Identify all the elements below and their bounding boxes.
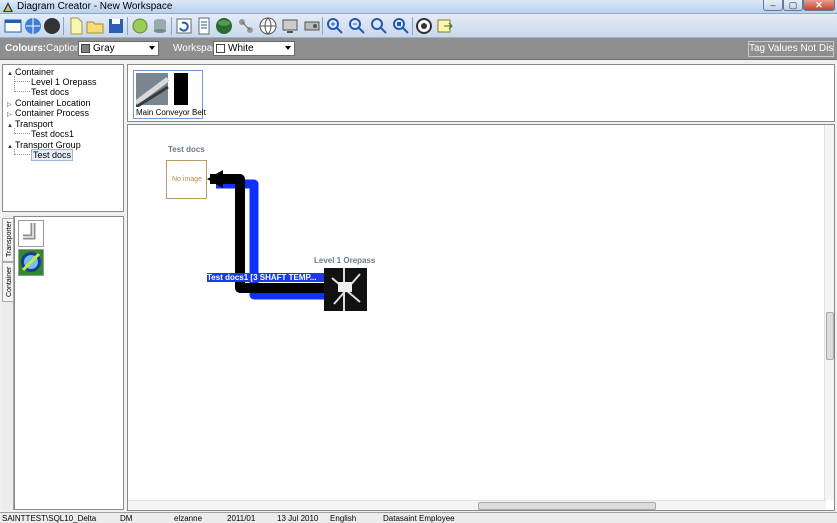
- tab-transporter[interactable]: Transporter: [2, 218, 14, 262]
- node-title-test-docs: Test docs: [168, 145, 205, 154]
- status-server: SAINTTEST\SQL10_Delta: [2, 514, 97, 523]
- collapse-icon[interactable]: ▲: [7, 69, 15, 79]
- tree-item-test-docs-selected[interactable]: Test docs: [31, 149, 74, 161]
- connections-icon[interactable]: [236, 16, 256, 36]
- export-icon[interactable]: [435, 16, 455, 36]
- tree-item-container-location[interactable]: ▷ Container Location: [7, 98, 91, 108]
- status-bar: SAINTTEST\SQL10_Delta DM elzanne 2011/01…: [0, 512, 837, 523]
- green-globe-icon[interactable]: [214, 16, 234, 36]
- image-gallery: Main Conveyor Belt: [127, 64, 835, 122]
- tree-item-test-docs[interactable]: Test docs: [31, 87, 69, 97]
- green-disc-icon[interactable]: [130, 16, 150, 36]
- black-circle-icon[interactable]: [42, 16, 62, 36]
- tree-item-label: Transport: [15, 119, 54, 129]
- collapse-icon[interactable]: ▲: [7, 142, 15, 152]
- new-window-icon[interactable]: [3, 16, 23, 36]
- zoom-out-icon[interactable]: [347, 16, 367, 36]
- node-level1-orepass[interactable]: [324, 268, 367, 311]
- app-icon: [3, 2, 13, 12]
- tree-item-level1-orepass[interactable]: Level 1 Orepass: [31, 77, 97, 87]
- workspace-swatch: [216, 44, 225, 53]
- horizontal-scrollbar[interactable]: [128, 500, 826, 510]
- collapse-icon[interactable]: ▲: [7, 121, 15, 131]
- chevron-down-icon: [149, 46, 155, 50]
- status-period: 2011/01: [227, 514, 256, 523]
- minimize-button[interactable]: –: [763, 0, 783, 11]
- workspace-colour-value: White: [228, 43, 254, 54]
- tree-item-container[interactable]: ▲ Container: [7, 67, 54, 77]
- connector-label[interactable]: Test docs1 [3 SHAFT TEMP...: [207, 273, 324, 282]
- world-icon[interactable]: [258, 16, 278, 36]
- refresh-icon[interactable]: [174, 16, 194, 36]
- tab-container[interactable]: Container: [2, 262, 14, 302]
- workspace-colour-select[interactable]: White: [213, 41, 295, 56]
- database-icon[interactable]: [150, 16, 170, 36]
- node-test-docs[interactable]: No image: [166, 160, 207, 199]
- tree-item-label: Level 1 Orepass: [31, 77, 97, 87]
- captions-colour-value: Gray: [93, 43, 115, 54]
- web-icon[interactable]: [23, 16, 43, 36]
- status-language: English: [330, 514, 357, 523]
- monitor-icon[interactable]: [280, 16, 300, 36]
- pipe-bend-icon[interactable]: [18, 220, 44, 247]
- palette-panel: [14, 216, 124, 510]
- close-button[interactable]: ✕: [803, 0, 835, 11]
- colours-label: Colours:: [5, 43, 47, 54]
- conveyor-belt-thumbnail: [136, 73, 188, 107]
- status-date: 13 Jul 2010: [277, 514, 319, 523]
- container-object-icon[interactable]: [18, 249, 44, 276]
- arrow-head-icon: [207, 170, 223, 188]
- save-icon[interactable]: [106, 16, 126, 36]
- vertical-scrollbar[interactable]: [824, 125, 834, 500]
- connector-drawing: [207, 170, 324, 300]
- object-tree: ▲ Container Level 1 Orepass Test docs ▷ Co…: [2, 64, 124, 212]
- zoom-in-icon[interactable]: [325, 16, 345, 36]
- tab-container-label: Container: [6, 266, 13, 297]
- vertical-scroll-thumb[interactable]: [826, 312, 834, 360]
- tree-item-label: Test docs: [31, 87, 70, 97]
- projector-icon[interactable]: [302, 16, 322, 36]
- new-document-icon[interactable]: [66, 16, 86, 36]
- zoom-fit-icon[interactable]: [369, 16, 389, 36]
- captions-colour-select[interactable]: Gray: [78, 41, 159, 56]
- status-role: Datasaint Employee: [383, 514, 455, 523]
- tree-item-label: Test docs: [31, 149, 74, 161]
- properties-icon[interactable]: [194, 16, 214, 36]
- zoom-actual-icon[interactable]: [391, 16, 411, 36]
- status-module: DM: [120, 514, 133, 523]
- horizontal-scroll-thumb[interactable]: [478, 502, 656, 510]
- title-bar: Diagram Creator - New Workspace – ▢ ✕: [0, 0, 837, 14]
- node-title-level1-orepass: Level 1 Orepass: [314, 256, 376, 265]
- settings-icon[interactable]: [414, 16, 434, 36]
- tree-item-test-docs1[interactable]: Test docs1: [31, 129, 74, 139]
- no-image-placeholder: No image: [172, 176, 202, 183]
- tree-item-label: Test docs1: [31, 129, 75, 139]
- palette-tab-strip: Transporter Container: [2, 216, 14, 510]
- tree-item-label: Container Process: [15, 108, 90, 118]
- diagram-canvas[interactable]: Test docs No image Level 1 Orepass Test …: [127, 124, 835, 511]
- tag-values-status[interactable]: Tag Values Not Displayed: [748, 41, 834, 57]
- gallery-item-caption: Main Conveyor Belt: [136, 108, 206, 117]
- gallery-item-main-conveyor-belt[interactable]: Main Conveyor Belt: [133, 70, 206, 119]
- orepass-photo: [324, 268, 367, 311]
- status-user: elzanne: [174, 514, 203, 523]
- tab-transporter-label: Transporter: [6, 221, 13, 257]
- tree-item-label: Container: [15, 67, 55, 77]
- open-folder-icon[interactable]: [85, 16, 105, 36]
- tree-item-label: Container Location: [15, 98, 91, 108]
- tree-item-transport[interactable]: ▲ Transport: [7, 119, 53, 129]
- chevron-down-icon: [285, 46, 291, 50]
- colours-bar: Colours: Captions Gray Workspace White T…: [0, 38, 837, 60]
- window-title: Diagram Creator - New Workspace: [17, 1, 173, 12]
- main-toolbar: [0, 14, 837, 38]
- captions-swatch: [81, 44, 90, 53]
- maximize-button[interactable]: ▢: [783, 0, 803, 11]
- tree-item-container-process[interactable]: ▷ Container Process: [7, 108, 89, 118]
